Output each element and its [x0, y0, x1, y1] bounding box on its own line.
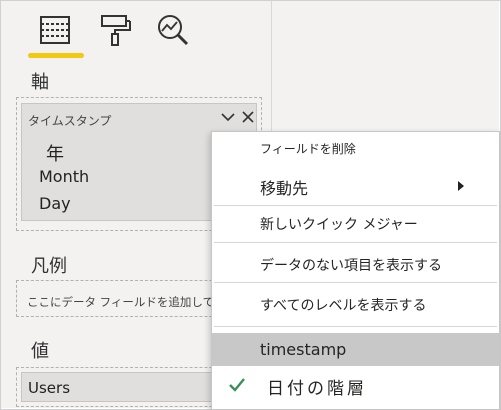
menu-show-items-no-data[interactable]: データのない項目を表示する: [212, 248, 499, 280]
legend-section-title: 凡例: [31, 256, 67, 277]
menu-separator: [214, 326, 497, 327]
paint-roller-icon[interactable]: [98, 12, 134, 48]
menu-separator: [214, 282, 497, 283]
values-section-title: 値: [31, 341, 49, 362]
menu-timestamp[interactable]: timestamp: [212, 333, 499, 366]
hierarchy-level-year[interactable]: 年: [46, 140, 64, 166]
axis-section-title: 軸: [31, 72, 49, 93]
menu-separator: [214, 242, 497, 243]
axis-field-name: タイムスタンプ: [28, 114, 112, 128]
checkmark-icon: [228, 377, 246, 397]
values-field-name: Users: [28, 379, 71, 397]
active-tab-indicator: [28, 53, 84, 58]
menu-date-hierarchy[interactable]: 日付の階層: [212, 368, 499, 402]
field-context-menu: フィールドを削除 移動先 新しいクイック メジャー データのない項目を表示する …: [211, 131, 500, 410]
menu-show-all-levels[interactable]: すべてのレベルを表示する: [212, 288, 499, 320]
close-icon[interactable]: [240, 109, 256, 129]
fields-icon[interactable]: [37, 12, 73, 48]
chevron-right-icon: [457, 177, 465, 196]
menu-new-quick-measure[interactable]: 新しいクイック メジャー: [212, 208, 499, 238]
analytics-magnifier-icon[interactable]: [155, 12, 191, 48]
hierarchy-level-day[interactable]: Day: [39, 194, 71, 213]
menu-move-to[interactable]: 移動先: [212, 168, 499, 200]
hierarchy-level-month[interactable]: Month: [39, 167, 89, 186]
menu-remove-field[interactable]: フィールドを削除: [212, 132, 499, 162]
chevron-down-icon[interactable]: [220, 109, 236, 129]
menu-separator: [214, 205, 497, 206]
